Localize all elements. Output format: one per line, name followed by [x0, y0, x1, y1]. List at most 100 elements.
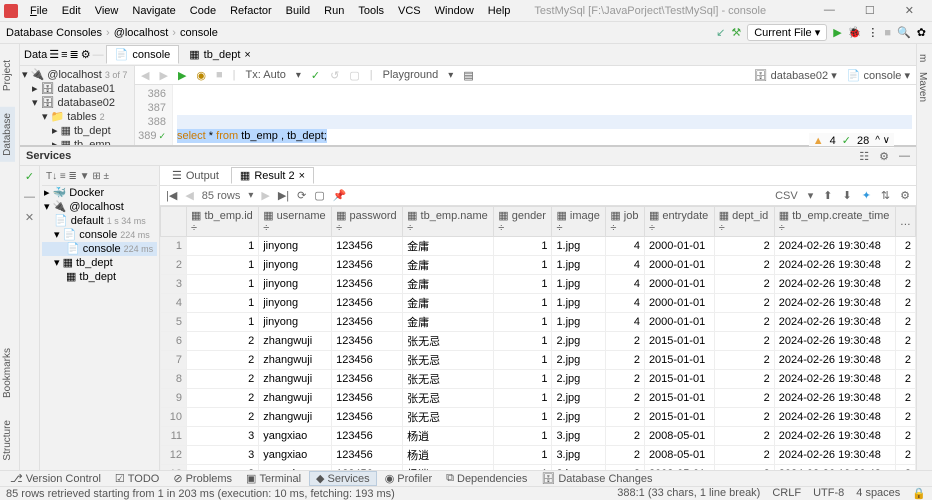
svc-console[interactable]: ▾ 📄 console 224 ms [42, 228, 157, 242]
col-header[interactable]: ▦ entrydate ÷ [644, 207, 714, 237]
close-icon[interactable]: ✕ [899, 2, 920, 19]
rail-bookmarks[interactable]: Bookmarks [0, 342, 15, 404]
col-header[interactable]: ▦ dept_id ÷ [714, 207, 774, 237]
table-row[interactable]: 31jinyong123456金庸11.jpg42000-01-0122024-… [161, 275, 916, 294]
prev-icon[interactable]: ◀ [141, 69, 149, 82]
gear-icon[interactable]: ⚙ [81, 48, 91, 61]
result-grid[interactable]: ▦ tb_emp.id ÷▦ username ÷▦ password ÷▦ t… [160, 206, 916, 470]
bt-profiler[interactable]: ◉ Profiler [379, 472, 438, 485]
bt-problems[interactable]: ⊘ Problems [167, 472, 238, 485]
first-page-icon[interactable]: |◀ [166, 189, 177, 202]
bt-dbchanges[interactable]: 🗄 Database Changes [535, 472, 658, 485]
menu-tools[interactable]: Tools [352, 3, 390, 19]
status-enc[interactable]: UTF-8 [813, 487, 844, 500]
col-header[interactable]: ▦ image ÷ [552, 207, 606, 237]
x-icon[interactable]: ✕ [25, 211, 34, 224]
layout-icon[interactable]: ▤ [463, 69, 473, 82]
tree-db2[interactable]: ▾ 🗄 database02 [22, 96, 132, 110]
run-check-icon[interactable]: ✓ [25, 170, 34, 183]
svc-docker[interactable]: ▸ 🐳 Docker [42, 186, 157, 200]
run-config-dropdown[interactable]: Current File ▾ [747, 24, 827, 41]
tb-icon3[interactable]: ≣ [70, 48, 79, 61]
tab-console[interactable]: 📄 console [106, 45, 180, 64]
code-area[interactable]: select * from tb_emp , tb_dept; [173, 85, 916, 145]
debug-icon[interactable]: 🐞 [848, 26, 862, 39]
table-row[interactable]: 82zhangwuji123456张无忌12.jpg22015-01-01220… [161, 370, 916, 389]
import-icon[interactable]: ⬇ [842, 189, 851, 202]
stop-sql-icon[interactable]: ■ [216, 69, 223, 81]
table-row[interactable]: 113yangxiao123456杨逍13.jpg22008-05-012202… [161, 427, 916, 446]
menu-help[interactable]: Help [482, 3, 517, 19]
minimize-icon[interactable]: — [818, 2, 841, 19]
rows-label[interactable]: 85 rows [202, 190, 241, 202]
tree-db1[interactable]: ▸ 🗄 database01 [22, 82, 132, 96]
pin-icon[interactable]: 📌 [333, 189, 347, 202]
bt-services[interactable]: ◆ Services [309, 471, 377, 486]
table-row[interactable]: 62zhangwuji123456张无忌12.jpg22015-01-01220… [161, 332, 916, 351]
more-run-icon[interactable]: ⋮ [867, 26, 878, 39]
svc-default[interactable]: 📄 default 1 s 34 ms [42, 214, 157, 228]
commit-icon[interactable]: ✓ [311, 69, 320, 82]
rollback-icon[interactable]: ↺ [330, 69, 339, 82]
svc-console-active[interactable]: 📄 console 224 ms [42, 242, 157, 256]
svc-tbdept[interactable]: ▾ ▦ tb_dept [42, 256, 157, 270]
menu-edit[interactable]: Edit [56, 3, 87, 19]
tb-icon[interactable]: ☰ [49, 48, 59, 61]
tab-result2[interactable]: ▦ Result 2 × [231, 167, 314, 184]
tree-tb-emp[interactable]: ▸ ▦ tb_emp [22, 138, 132, 145]
reload-icon[interactable]: ⟳ [297, 189, 306, 202]
next-page-icon[interactable]: ▶ [261, 189, 269, 202]
hammer-icon[interactable]: ⚒ [731, 26, 741, 39]
add-row-icon[interactable]: ▢ [314, 189, 324, 202]
menu-window[interactable]: Window [429, 3, 480, 19]
explain-icon[interactable]: ◉ [196, 69, 206, 82]
playground-dropdown[interactable]: Playground [383, 69, 439, 81]
bt-terminal[interactable]: ▣ Terminal [240, 472, 307, 485]
last-page-icon[interactable]: ▶| [278, 189, 289, 202]
collapse-icon[interactable]: ☷ [859, 150, 869, 163]
menu-run[interactable]: Run [318, 3, 350, 19]
schema-console[interactable]: 📄 console ▾ [847, 69, 910, 82]
tx-mode[interactable]: Tx: Auto [246, 69, 286, 81]
tb-icon2[interactable]: ≡ [61, 49, 67, 61]
status-pos[interactable]: 388:1 (33 chars, 1 line break) [617, 487, 760, 500]
minus-icon[interactable]: — [24, 191, 35, 203]
schema-db[interactable]: 🗄 database02 ▾ [754, 69, 837, 82]
tab-output[interactable]: ☰ Output [164, 168, 227, 183]
export-icon[interactable]: ⬆ [823, 189, 832, 202]
menu-code[interactable]: Code [184, 3, 222, 19]
swap-icon[interactable]: ⇅ [881, 189, 890, 202]
svc-local[interactable]: ▾ 🔌 @localhost [42, 200, 157, 214]
col-header[interactable]: ▦ job ÷ [606, 207, 645, 237]
next-icon[interactable]: ▶ [159, 69, 167, 82]
menu-refactor[interactable]: Refactor [224, 3, 278, 19]
col-header[interactable]: ▦ tb_emp.id ÷ [187, 207, 259, 237]
csv-dropdown[interactable]: CSV [775, 190, 798, 202]
col-header[interactable]: ▦ tb_emp.name ÷ [403, 207, 494, 237]
breadcrumb-a[interactable]: Database Consoles [6, 27, 102, 39]
rail-maven[interactable]: Maven [917, 72, 928, 102]
tree-root[interactable]: ▾ 🔌 @localhost 3 of 7 [22, 68, 132, 82]
maximize-icon[interactable]: ☐ [859, 2, 881, 19]
col-header[interactable]: ▦ username ÷ [259, 207, 332, 237]
menu-file[interactable]: FFileile [24, 3, 54, 19]
col-header[interactable]: ▦ gender ÷ [494, 207, 552, 237]
bt-deps[interactable]: ⧉ Dependencies [440, 472, 533, 485]
col-header[interactable]: ▦ tb_emp.create_time ÷ [774, 207, 895, 237]
stop-icon[interactable]: ■ [884, 27, 891, 39]
gear-icon[interactable]: ⚙ [879, 150, 889, 163]
table-row[interactable]: 51jinyong123456金庸11.jpg42000-01-0122024-… [161, 313, 916, 332]
tree-tb-dept[interactable]: ▸ ▦ tb_dept [22, 124, 132, 138]
menu-build[interactable]: Build [280, 3, 316, 19]
tab-tb-dept[interactable]: ▦ tb_dept × [181, 46, 259, 63]
bt-todo[interactable]: ☑ TODO [109, 472, 165, 485]
prev-page-icon[interactable]: ◀ [185, 189, 193, 202]
col-header[interactable]: ▦ password ÷ [332, 207, 403, 237]
gear-icon[interactable]: ⚙ [900, 189, 910, 202]
table-row[interactable]: 92zhangwuji123456张无忌12.jpg22015-01-01220… [161, 389, 916, 408]
bt-vc[interactable]: ⎇ Version Control [4, 472, 107, 485]
svc-tbdept2[interactable]: ▦ tb_dept [42, 270, 157, 284]
menu-navigate[interactable]: Navigate [126, 3, 181, 19]
status-crlf[interactable]: CRLF [772, 487, 801, 500]
run-icon[interactable]: ▶ [833, 26, 841, 39]
